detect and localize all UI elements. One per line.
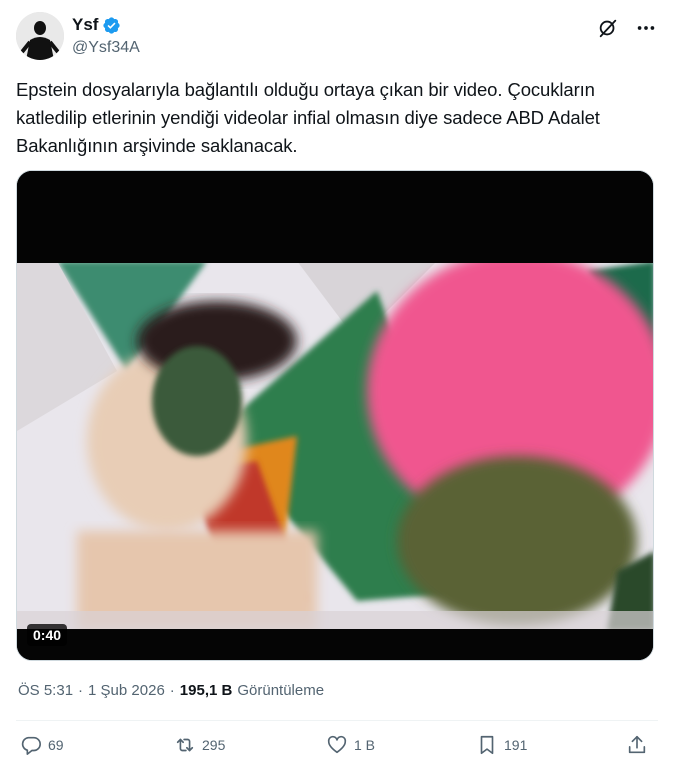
tweet-text: Epstein dosyalarıyla bağlantılı olduğu o… xyxy=(16,79,600,156)
retweet-button[interactable]: 295 xyxy=(174,734,225,756)
video-thumbnail xyxy=(17,171,653,660)
reply-button[interactable]: 69 xyxy=(20,734,64,756)
tweet-time[interactable]: ÖS 5:31 xyxy=(18,682,73,699)
views-label: Görüntüleme xyxy=(237,682,325,699)
verified-badge-icon xyxy=(102,16,121,35)
tweet-meta: ÖS 5:31 · 1 Şub 2026 · 195,1 B Görüntüle… xyxy=(18,682,324,699)
avatar[interactable] xyxy=(16,12,64,60)
more-options-icon[interactable] xyxy=(634,16,658,40)
retweet-icon xyxy=(176,738,194,752)
name-row: Ysf xyxy=(72,15,121,35)
meta-separator: · xyxy=(78,682,84,699)
tweet-date[interactable]: 1 Şub 2026 xyxy=(88,682,165,699)
video-player[interactable]: 0:40 xyxy=(16,170,654,661)
tweet-header: Ysf @Ysf34A xyxy=(16,12,658,64)
bookmark-icon xyxy=(480,735,494,755)
video-duration-badge: 0:40 xyxy=(27,624,68,646)
share-icon xyxy=(628,735,646,754)
meta-separator: · xyxy=(169,682,175,699)
like-button[interactable]: 1 B xyxy=(326,734,375,756)
top-actions xyxy=(596,16,658,40)
reply-count: 69 xyxy=(48,737,64,753)
views-count: 195,1 B xyxy=(179,682,233,699)
share-button[interactable] xyxy=(626,734,648,756)
retweet-count: 295 xyxy=(202,737,226,753)
bookmark-button[interactable]: 191 xyxy=(476,734,527,756)
heart-icon xyxy=(327,735,347,754)
avatar-person-icon xyxy=(16,12,64,60)
action-bar: 69 295 1 B 191 xyxy=(20,734,652,762)
display-name[interactable]: Ysf xyxy=(72,15,98,35)
bookmark-count: 191 xyxy=(504,737,528,753)
reply-icon xyxy=(21,736,41,755)
divider xyxy=(16,720,658,721)
like-count: 1 B xyxy=(354,737,376,753)
grok-icon[interactable] xyxy=(596,16,620,40)
handle[interactable]: @Ysf34A xyxy=(72,39,140,57)
